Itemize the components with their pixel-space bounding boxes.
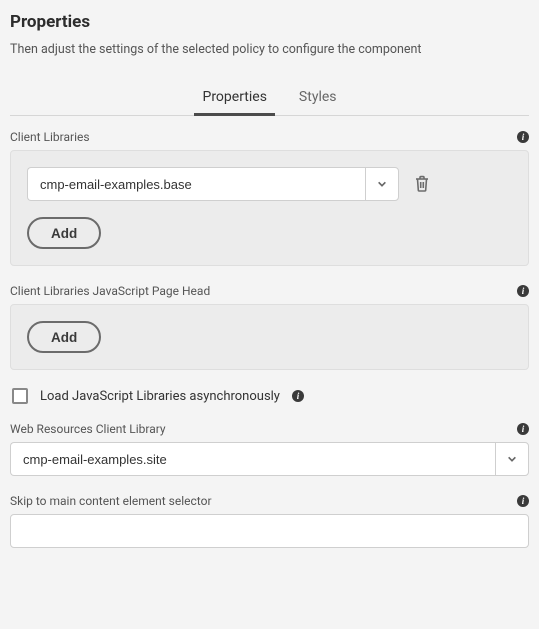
info-icon[interactable]: i xyxy=(292,390,304,402)
info-icon[interactable]: i xyxy=(517,131,529,143)
js-page-head-panel: Add xyxy=(10,304,529,370)
skip-selector-input[interactable] xyxy=(10,514,529,548)
tab-styles[interactable]: Styles xyxy=(297,81,339,115)
web-resources-label: Web Resources Client Library xyxy=(10,422,166,436)
load-async-label: Load JavaScript Libraries asynchronously xyxy=(40,389,280,404)
section-client-libraries: Client Libraries i Add xyxy=(10,130,529,266)
page-title: Properties xyxy=(10,12,529,32)
client-libraries-panel: Add xyxy=(10,150,529,266)
js-page-head-label: Client Libraries JavaScript Page Head xyxy=(10,284,210,298)
section-web-resources: Web Resources Client Library i xyxy=(10,422,529,476)
web-resources-combo xyxy=(10,442,529,476)
load-async-row: Load JavaScript Libraries asynchronously… xyxy=(10,388,529,404)
tabs: Properties Styles xyxy=(10,81,529,116)
tab-properties[interactable]: Properties xyxy=(200,81,268,115)
info-icon[interactable]: i xyxy=(517,423,529,435)
client-libraries-label: Client Libraries xyxy=(10,130,90,144)
web-resources-input[interactable] xyxy=(10,442,495,476)
add-js-page-head-button[interactable]: Add xyxy=(27,321,101,353)
client-library-row xyxy=(27,167,512,201)
skip-selector-label: Skip to main content element selector xyxy=(10,494,212,508)
client-library-combo xyxy=(27,167,399,201)
chevron-down-icon[interactable] xyxy=(365,167,399,201)
section-js-page-head: Client Libraries JavaScript Page Head i … xyxy=(10,284,529,370)
add-client-library-button[interactable]: Add xyxy=(27,217,101,249)
load-async-checkbox[interactable] xyxy=(12,388,28,404)
client-library-input[interactable] xyxy=(27,167,365,201)
section-skip-selector: Skip to main content element selector i xyxy=(10,494,529,548)
page-subtitle: Then adjust the settings of the selected… xyxy=(10,42,529,57)
delete-icon[interactable] xyxy=(411,173,433,195)
chevron-down-icon[interactable] xyxy=(495,442,529,476)
info-icon[interactable]: i xyxy=(517,495,529,507)
info-icon[interactable]: i xyxy=(517,285,529,297)
